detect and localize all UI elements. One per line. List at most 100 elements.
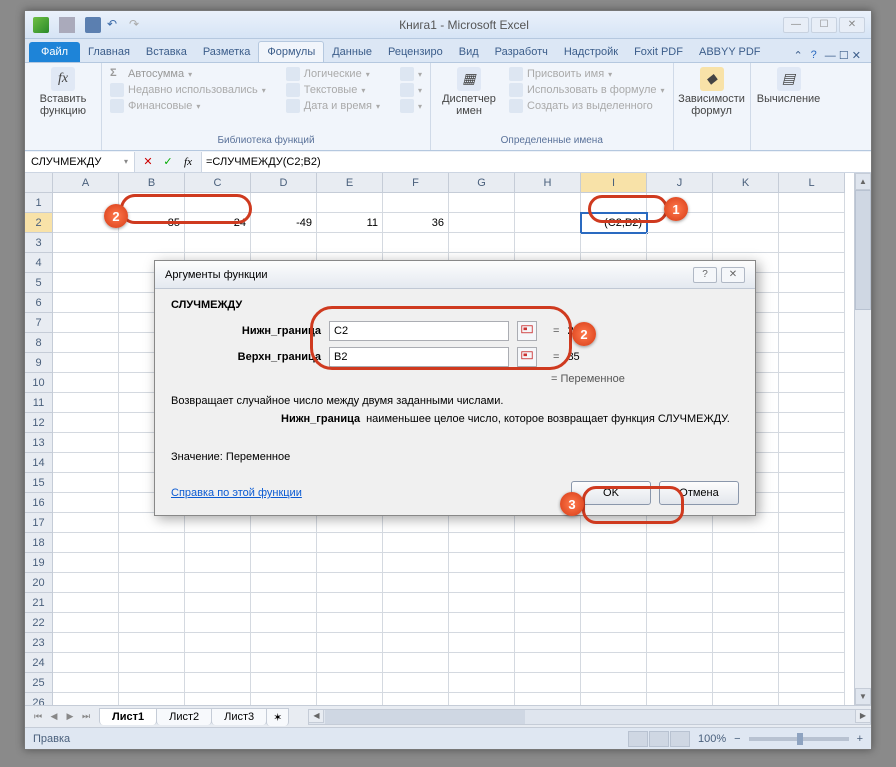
- cell-G18[interactable]: [449, 533, 515, 553]
- cell-G21[interactable]: [449, 593, 515, 613]
- cell-C23[interactable]: [185, 633, 251, 653]
- zoom-slider[interactable]: [749, 737, 849, 741]
- cell-B20[interactable]: [119, 573, 185, 593]
- cell-A25[interactable]: [53, 673, 119, 693]
- row-header-7[interactable]: 7: [25, 313, 53, 333]
- cell-H3[interactable]: [515, 233, 581, 253]
- row-header-15[interactable]: 15: [25, 473, 53, 493]
- cell-J20[interactable]: [647, 573, 713, 593]
- normal-view-button[interactable]: [628, 731, 648, 747]
- cell-C1[interactable]: [185, 193, 251, 213]
- zoom-level[interactable]: 100%: [698, 733, 726, 745]
- cell-C21[interactable]: [185, 593, 251, 613]
- cell-J26[interactable]: [647, 693, 713, 705]
- cell-C24[interactable]: [185, 653, 251, 673]
- cell-A13[interactable]: [53, 433, 119, 453]
- cell-L8[interactable]: [779, 333, 845, 353]
- cell-G25[interactable]: [449, 673, 515, 693]
- cell-D19[interactable]: [251, 553, 317, 573]
- cell-F22[interactable]: [383, 613, 449, 633]
- tab-layout[interactable]: Разметка: [195, 42, 259, 62]
- tab-home[interactable]: Главная: [80, 42, 138, 62]
- arg1-input[interactable]: [329, 321, 509, 341]
- row-header-11[interactable]: 11: [25, 393, 53, 413]
- row-header-24[interactable]: 24: [25, 653, 53, 673]
- row-header-3[interactable]: 3: [25, 233, 53, 253]
- cell-G3[interactable]: [449, 233, 515, 253]
- cell-A11[interactable]: [53, 393, 119, 413]
- tab-formulas[interactable]: Формулы: [258, 41, 324, 62]
- arg1-ref-button[interactable]: [517, 321, 537, 341]
- cell-G1[interactable]: [449, 193, 515, 213]
- cell-A9[interactable]: [53, 353, 119, 373]
- cell-G23[interactable]: [449, 633, 515, 653]
- cell-L12[interactable]: [779, 413, 845, 433]
- col-header-H[interactable]: H: [515, 173, 581, 193]
- cell-E18[interactable]: [317, 533, 383, 553]
- row-header-6[interactable]: 6: [25, 293, 53, 313]
- cell-H20[interactable]: [515, 573, 581, 593]
- formula-cancel-button[interactable]: ✕: [139, 153, 157, 171]
- calculation-button[interactable]: ▤ Вычисление: [759, 67, 819, 105]
- row-header-17[interactable]: 17: [25, 513, 53, 533]
- cell-K2[interactable]: [713, 213, 779, 233]
- cell-A24[interactable]: [53, 653, 119, 673]
- cell-I25[interactable]: [581, 673, 647, 693]
- scroll-down-icon[interactable]: ▼: [855, 688, 871, 705]
- cell-A10[interactable]: [53, 373, 119, 393]
- tab-data[interactable]: Данные: [324, 42, 380, 62]
- cell-L11[interactable]: [779, 393, 845, 413]
- cell-E20[interactable]: [317, 573, 383, 593]
- cell-D18[interactable]: [251, 533, 317, 553]
- ok-button[interactable]: OK: [571, 481, 651, 505]
- col-header-C[interactable]: C: [185, 173, 251, 193]
- col-header-B[interactable]: B: [119, 173, 185, 193]
- cell-A19[interactable]: [53, 553, 119, 573]
- financial-button[interactable]: Финансовые▾: [110, 99, 266, 113]
- cell-B26[interactable]: [119, 693, 185, 705]
- select-all-corner[interactable]: [25, 173, 53, 193]
- tab-review[interactable]: Рецензиро: [380, 42, 451, 62]
- cell-C26[interactable]: [185, 693, 251, 705]
- cell-H22[interactable]: [515, 613, 581, 633]
- arg2-input[interactable]: [329, 347, 509, 367]
- row-header-8[interactable]: 8: [25, 333, 53, 353]
- cell-I19[interactable]: [581, 553, 647, 573]
- cell-J25[interactable]: [647, 673, 713, 693]
- cell-K22[interactable]: [713, 613, 779, 633]
- col-header-E[interactable]: E: [317, 173, 383, 193]
- cell-I3[interactable]: [581, 233, 647, 253]
- cell-A12[interactable]: [53, 413, 119, 433]
- cell-I20[interactable]: [581, 573, 647, 593]
- cell-D25[interactable]: [251, 673, 317, 693]
- dialog-close-button[interactable]: ✕: [721, 267, 745, 283]
- cell-A20[interactable]: [53, 573, 119, 593]
- tab-addins[interactable]: Надстройк: [556, 42, 626, 62]
- cell-F21[interactable]: [383, 593, 449, 613]
- cell-I1[interactable]: [581, 193, 647, 213]
- row-header-16[interactable]: 16: [25, 493, 53, 513]
- cell-K26[interactable]: [713, 693, 779, 705]
- cell-F2[interactable]: 36: [383, 213, 449, 233]
- cell-F23[interactable]: [383, 633, 449, 653]
- cell-A21[interactable]: [53, 593, 119, 613]
- cell-E19[interactable]: [317, 553, 383, 573]
- row-header-14[interactable]: 14: [25, 453, 53, 473]
- undo-icon[interactable]: ↶: [107, 17, 123, 33]
- sheet-prev-icon[interactable]: ◀: [47, 710, 61, 724]
- cell-J18[interactable]: [647, 533, 713, 553]
- cell-K17[interactable]: [713, 513, 779, 533]
- cell-B22[interactable]: [119, 613, 185, 633]
- cell-F17[interactable]: [383, 513, 449, 533]
- cell-A7[interactable]: [53, 313, 119, 333]
- col-header-L[interactable]: L: [779, 173, 845, 193]
- save-icon[interactable]: [85, 17, 101, 33]
- cell-J19[interactable]: [647, 553, 713, 573]
- col-header-A[interactable]: A: [53, 173, 119, 193]
- minimize-button[interactable]: —: [783, 17, 809, 33]
- cell-L10[interactable]: [779, 373, 845, 393]
- cell-L2[interactable]: [779, 213, 845, 233]
- cell-D21[interactable]: [251, 593, 317, 613]
- name-box[interactable]: СЛУЧМЕЖДУ ▾: [25, 152, 135, 172]
- row-header-10[interactable]: 10: [25, 373, 53, 393]
